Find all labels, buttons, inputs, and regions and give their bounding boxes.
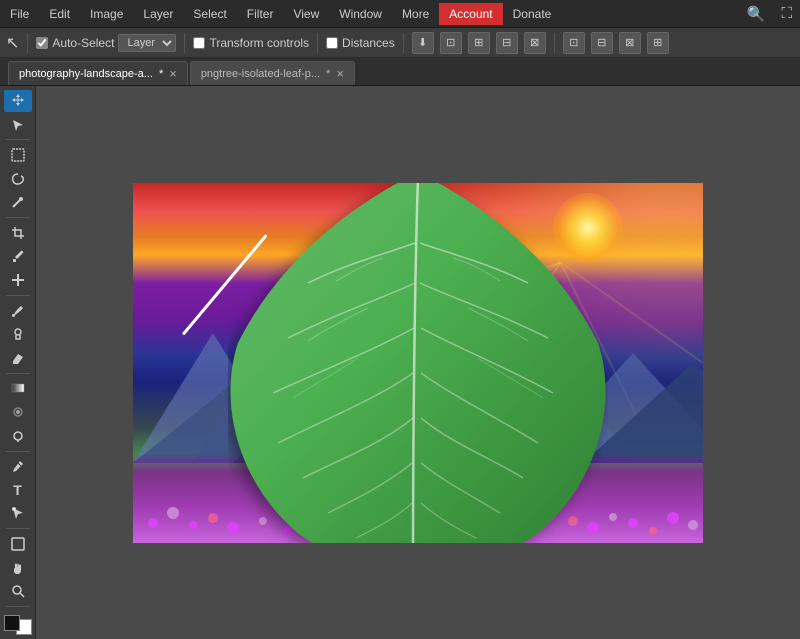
tab-leaf[interactable]: pngtree-isolated-leaf-p... * × <box>190 61 355 85</box>
tab-landscape-modified: * <box>159 68 163 80</box>
toolbar-copy-btn[interactable]: ⊡ <box>440 32 462 54</box>
tab-landscape[interactable]: photography-landscape-a... * × <box>8 61 188 85</box>
tool-text[interactable]: T <box>4 479 32 501</box>
transform-controls-checkbox[interactable] <box>193 37 205 49</box>
tab-landscape-label: photography-landscape-a... <box>19 68 153 80</box>
toolbar-arrange-btn[interactable]: ⊟ <box>591 32 613 54</box>
tab-leaf-modified: * <box>326 68 330 80</box>
foreground-color-swatch[interactable] <box>4 615 20 631</box>
tool-marquee[interactable] <box>4 144 32 166</box>
autoselect-control: Auto-Select Layer <box>36 34 176 52</box>
menu-donate[interactable]: Donate <box>503 3 562 25</box>
autoselect-dropdown[interactable]: Layer <box>118 34 176 52</box>
menu-edit[interactable]: Edit <box>39 3 80 25</box>
tab-landscape-close[interactable]: × <box>169 67 177 80</box>
toolbar-transform-btn[interactable]: ⊠ <box>619 32 641 54</box>
menu-view[interactable]: View <box>283 3 329 25</box>
menu-more[interactable]: More <box>392 3 439 25</box>
toolbar-distribute-btn[interactable]: ⊡ <box>563 32 585 54</box>
toolbar-more-btn[interactable]: ⊞ <box>647 32 669 54</box>
tool-blur[interactable] <box>4 401 32 423</box>
fullscreen-icon[interactable]: ⛶ <box>773 5 800 22</box>
canvas-image <box>133 183 703 543</box>
tool-move[interactable] <box>4 90 32 112</box>
menu-account[interactable]: Account <box>439 3 502 25</box>
transform-controls-control: Transform controls <box>193 36 309 50</box>
tool-shape[interactable] <box>4 533 32 555</box>
color-swatch-area <box>4 615 32 635</box>
menu-bar: File Edit Image Layer Select Filter View… <box>0 0 800 28</box>
tab-bar: photography-landscape-a... * × pngtree-i… <box>0 58 800 86</box>
menu-layer[interactable]: Layer <box>133 3 183 25</box>
menu-file[interactable]: File <box>0 3 39 25</box>
menu-image[interactable]: Image <box>80 3 133 25</box>
menu-filter[interactable]: Filter <box>237 3 284 25</box>
tool-cursor[interactable] <box>4 114 32 136</box>
tool-hand[interactable] <box>4 557 32 579</box>
search-icon[interactable]: 🔍 <box>739 5 774 23</box>
menu-select[interactable]: Select <box>183 3 236 25</box>
toolbar-align-right-btn[interactable]: ⊠ <box>524 32 546 54</box>
tool-path-select[interactable] <box>4 503 32 525</box>
autoselect-checkbox[interactable] <box>36 37 48 49</box>
tool-stamp[interactable] <box>4 323 32 345</box>
tool-healing[interactable] <box>4 269 32 291</box>
options-toolbar: ↖ Auto-Select Layer Transform controls D… <box>0 28 800 58</box>
tool-sep-7 <box>6 606 30 607</box>
transform-controls-label: Transform controls <box>209 36 309 50</box>
tool-pen[interactable] <box>4 455 32 477</box>
tool-sep-5 <box>6 451 30 452</box>
tool-zoom[interactable] <box>4 580 32 602</box>
tool-gradient[interactable] <box>4 378 32 400</box>
toolbox: T <box>0 86 36 639</box>
toolbar-sep-5 <box>554 33 555 53</box>
toolbar-align-center-btn[interactable]: ⊟ <box>496 32 518 54</box>
tool-dodge[interactable] <box>4 425 32 447</box>
tool-crop[interactable] <box>4 222 32 244</box>
tool-sep-1 <box>6 139 30 140</box>
leaf-svg <box>228 183 608 543</box>
tab-leaf-close[interactable]: × <box>336 67 344 80</box>
main-layout: T <box>0 86 800 639</box>
tool-sep-6 <box>6 528 30 529</box>
menu-window[interactable]: Window <box>329 3 392 25</box>
tool-sep-3 <box>6 295 30 296</box>
tool-eyedropper[interactable] <box>4 246 32 268</box>
toolbar-align-left-btn[interactable]: ⊞ <box>468 32 490 54</box>
tool-lasso[interactable] <box>4 168 32 190</box>
autoselect-label: Auto-Select <box>52 36 114 50</box>
distances-control: Distances <box>326 36 395 50</box>
toolbar-sep-3 <box>317 33 318 53</box>
canvas-area[interactable] <box>36 86 800 639</box>
toolbar-download-btn[interactable]: ⬇ <box>412 32 434 54</box>
distances-label: Distances <box>342 36 395 50</box>
move-cursor-icon: ↖ <box>6 33 19 53</box>
toolbar-sep-2 <box>184 33 185 53</box>
tab-leaf-label: pngtree-isolated-leaf-p... <box>201 68 320 80</box>
tool-sep-4 <box>6 373 30 374</box>
tool-magic-wand[interactable] <box>4 191 32 213</box>
toolbar-sep-4 <box>403 33 404 53</box>
toolbar-sep-1 <box>27 33 28 53</box>
text-icon: T <box>13 482 22 498</box>
tool-eraser[interactable] <box>4 347 32 369</box>
tool-brush[interactable] <box>4 300 32 322</box>
tool-sep-2 <box>6 217 30 218</box>
distances-checkbox[interactable] <box>326 37 338 49</box>
